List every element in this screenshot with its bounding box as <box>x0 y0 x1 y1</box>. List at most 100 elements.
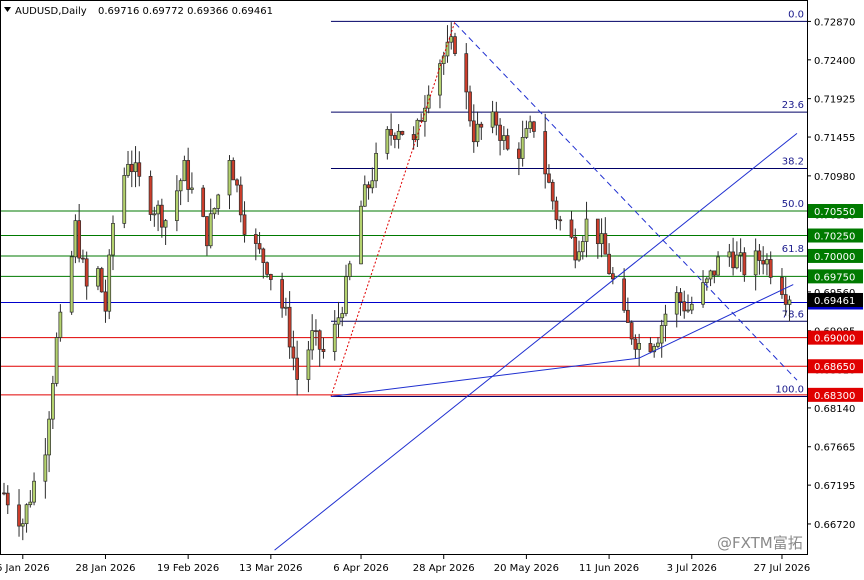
bull-candle <box>332 323 337 352</box>
bull-candle <box>47 418 51 456</box>
bear-candle <box>317 330 322 350</box>
y-tick-label: 0.67665 <box>814 443 855 454</box>
bull-candle <box>152 213 157 216</box>
x-tick-label: 19 Feb 2026 <box>157 563 219 574</box>
price-tag-label: 0.68650 <box>814 362 855 373</box>
bull-candle <box>765 259 769 265</box>
bull-candle <box>359 205 363 265</box>
bear-candle <box>610 273 615 280</box>
bear-candle <box>321 348 326 352</box>
bull-candle <box>347 263 352 277</box>
bull-candle <box>96 268 100 287</box>
bull-candle <box>216 194 221 209</box>
bull-candle <box>738 252 743 256</box>
bull-candle <box>107 254 112 312</box>
bull-candle <box>133 162 138 173</box>
fib-level-label: 23.6 <box>782 100 804 111</box>
bear-candle <box>81 257 85 260</box>
bear-candle <box>137 162 142 177</box>
ohlc-values: 0.69716 0.69772 0.69366 0.69461 <box>98 6 273 17</box>
bull-candle <box>502 135 506 141</box>
bear-candle <box>494 111 499 126</box>
bear-candle <box>603 233 608 255</box>
x-tick-label: 6 Apr 2026 <box>333 563 388 574</box>
bear-candle <box>268 273 273 280</box>
bull-candle <box>686 309 690 312</box>
bear-candle <box>471 120 476 143</box>
bull-candle <box>310 330 315 351</box>
bear-candle <box>464 53 469 93</box>
bull-candle <box>584 218 589 242</box>
bull-candle <box>370 180 375 189</box>
bull-candle <box>704 278 709 283</box>
bear-candle <box>389 129 393 136</box>
bear-candle <box>261 248 266 264</box>
bear-candle <box>238 184 243 216</box>
bull-candle <box>656 342 660 347</box>
bear-candle <box>231 160 236 181</box>
bull-candle <box>178 180 183 192</box>
chart-window: 0.0 23.6 38.2 50.0 61.8 78.6 100.0 0.72870 0.72… <box>0 0 864 580</box>
bear-candle <box>5 492 10 506</box>
bear-candle <box>280 279 284 309</box>
bear-candle <box>242 214 247 235</box>
candlestick-chart[interactable]: 0.0 23.6 38.2 50.0 61.8 78.6 100.0 0.72870 0.72… <box>0 0 864 580</box>
price-tag-label: 0.68300 <box>814 391 855 402</box>
bull-candle <box>577 251 581 261</box>
bear-candle <box>626 309 630 323</box>
bear-candle <box>314 330 318 332</box>
bear-candle <box>2 492 6 495</box>
bull-candle <box>490 111 495 128</box>
bull-candle <box>520 137 525 159</box>
bear-candle <box>201 187 206 217</box>
bear-candle <box>235 179 239 186</box>
bear-candle <box>479 123 484 128</box>
bull-candle <box>122 175 127 224</box>
bull-candle <box>599 233 604 245</box>
bull-candle <box>111 223 115 256</box>
bull-candle <box>208 213 213 247</box>
bear-candle <box>607 253 611 275</box>
bear-candle <box>543 131 548 175</box>
bull-candle <box>385 129 390 154</box>
bear-candle <box>573 236 578 261</box>
bear-candle <box>554 200 559 221</box>
bull-candle <box>689 303 694 311</box>
bear-candle <box>295 357 299 380</box>
bear-candle <box>712 270 717 276</box>
bull-candle <box>126 163 130 176</box>
bull-candle <box>340 313 345 319</box>
bull-candle <box>212 208 217 215</box>
bear-candle <box>532 121 536 132</box>
chart-header: AUDUSD,Daily 0.69716 0.69772 0.69366 0.6… <box>4 6 273 17</box>
bear-candle <box>682 301 687 312</box>
bear-candle <box>129 163 134 173</box>
bull-candle <box>524 128 529 138</box>
bull-candle <box>156 204 160 215</box>
y-tick-label: 0.70980 <box>814 172 855 183</box>
bull-candle <box>32 480 36 503</box>
bull-candle <box>190 187 194 190</box>
bull-candle <box>175 190 179 221</box>
bear-candle <box>622 278 626 311</box>
bear-candle <box>569 219 574 238</box>
fib-level-label: 50.0 <box>782 199 804 210</box>
price-tag-label: 0.70550 <box>814 207 855 218</box>
bull-candle <box>674 292 679 315</box>
bear-candle <box>468 91 472 122</box>
fib-level-label: 100.0 <box>775 384 804 395</box>
price-tag-label: 0.69750 <box>814 272 855 283</box>
x-tick-label: 6 Jan 2026 <box>0 563 50 574</box>
bear-candle <box>595 218 600 245</box>
bear-candle <box>629 322 634 340</box>
bear-candle <box>742 252 747 276</box>
y-tick-label: 0.68140 <box>814 404 855 415</box>
bear-candle <box>783 294 788 305</box>
bear-candle <box>505 135 510 150</box>
price-tag-label: 0.70250 <box>814 232 855 243</box>
y-tick-label: 0.67195 <box>814 481 855 492</box>
bull-candle <box>727 251 732 258</box>
y-tick-label: 0.71925 <box>814 95 855 106</box>
last-price-label: 0.69461 <box>814 296 855 307</box>
bull-candle <box>475 123 480 143</box>
